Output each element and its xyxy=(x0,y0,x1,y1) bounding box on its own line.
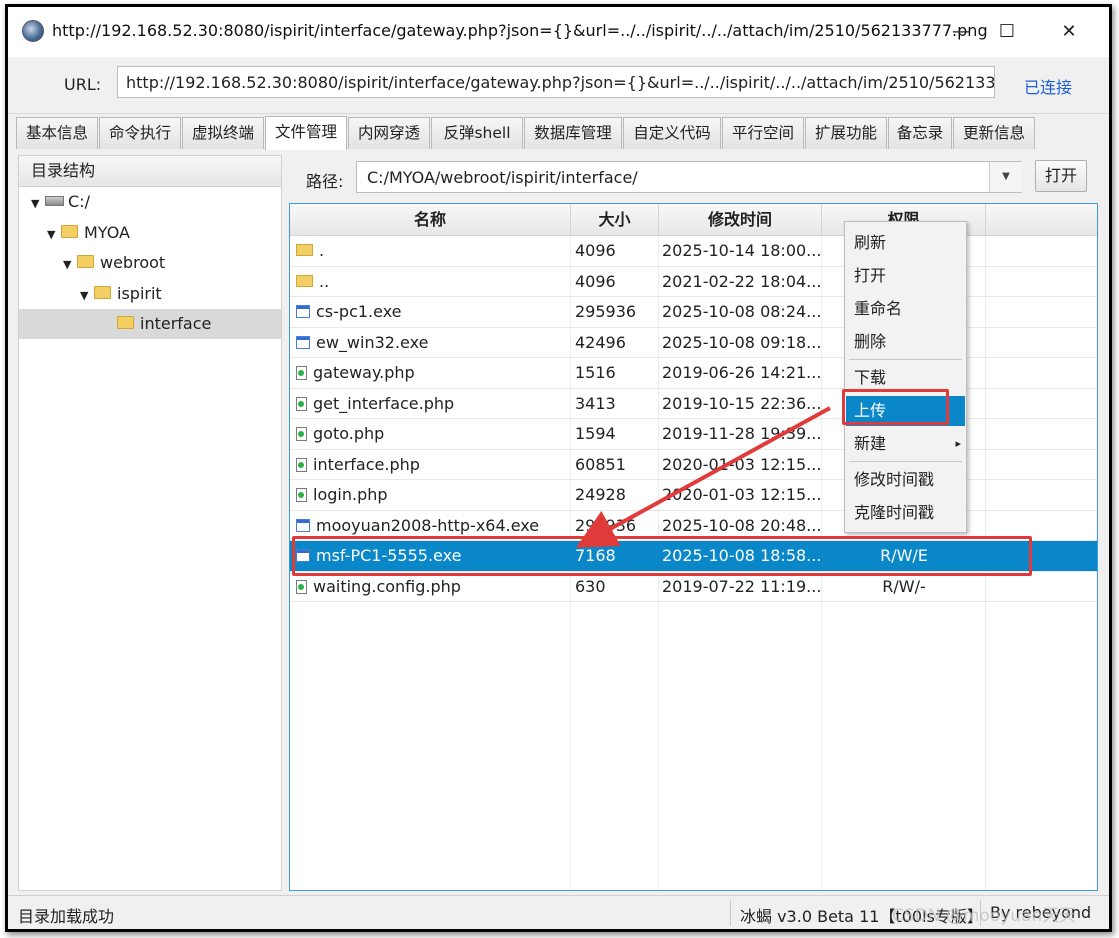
annotation-arrow xyxy=(575,406,831,548)
arrow-line xyxy=(575,406,831,548)
watermark: CSDN @mooyuan天天 xyxy=(892,906,1077,926)
